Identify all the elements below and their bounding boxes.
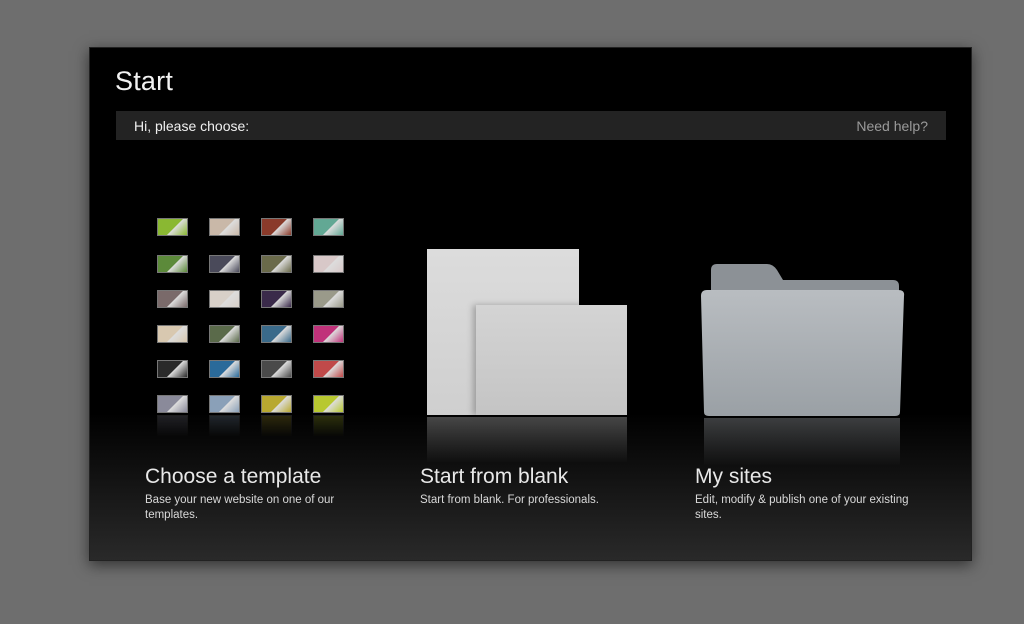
start-from-blank-description: Start from blank. For professionals.	[420, 494, 599, 506]
template-thumbnail-reflection	[157, 415, 188, 437]
template-thumbnail-reflection	[313, 415, 344, 437]
blank-pages-reflection	[427, 417, 627, 463]
blank-page-front-icon	[476, 305, 627, 415]
choose-template-option[interactable]: Choose a template Base your new website …	[145, 218, 385, 528]
template-thumbnail[interactable]	[209, 255, 240, 273]
template-thumbnail[interactable]	[157, 395, 188, 413]
template-thumbnail[interactable]	[209, 218, 240, 236]
my-sites-label: My sites	[695, 465, 773, 488]
start-from-blank-label: Start from blank	[420, 465, 569, 488]
greeting-text: Hi, please choose:	[134, 118, 250, 134]
template-thumbnail[interactable]	[209, 325, 240, 343]
template-thumbnail[interactable]	[313, 360, 344, 378]
choose-template-label: Choose a template	[145, 465, 322, 488]
template-thumbnail[interactable]	[209, 360, 240, 378]
dialog-title: Start	[115, 66, 174, 96]
template-thumbnail[interactable]	[313, 325, 344, 343]
template-thumbnail[interactable]	[261, 255, 292, 273]
template-thumbnail[interactable]	[313, 290, 344, 308]
choose-bar: Hi, please choose: Need help?	[116, 111, 946, 140]
need-help-link[interactable]: Need help?	[856, 118, 928, 134]
folder-icon	[701, 264, 905, 466]
template-thumbnail[interactable]	[157, 255, 188, 273]
template-thumbnail[interactable]	[209, 395, 240, 413]
my-sites-description: Edit, modify & publish one of your exist…	[695, 494, 909, 521]
template-thumbnail[interactable]	[157, 218, 188, 236]
template-thumbnail[interactable]	[209, 290, 240, 308]
template-thumbnails-grid	[157, 218, 357, 448]
choose-template-description: Base your new website on one of our temp…	[145, 494, 335, 521]
template-thumbnail[interactable]	[313, 395, 344, 413]
template-thumbnail-reflection	[209, 415, 240, 437]
template-thumbnail-reflection	[261, 415, 292, 437]
template-thumbnail[interactable]	[261, 360, 292, 378]
template-thumbnail[interactable]	[261, 218, 292, 236]
template-thumbnail[interactable]	[157, 290, 188, 308]
template-thumbnail[interactable]	[157, 325, 188, 343]
start-dialog: Start Hi, please choose: Need help? Choo…	[89, 47, 972, 561]
template-thumbnail[interactable]	[157, 360, 188, 378]
start-from-blank-option[interactable]: Start from blank Start from blank. For p…	[420, 218, 660, 528]
template-thumbnail[interactable]	[261, 325, 292, 343]
template-thumbnail[interactable]	[261, 290, 292, 308]
my-sites-option[interactable]: My sites Edit, modify & publish one of y…	[695, 218, 935, 528]
template-thumbnail[interactable]	[261, 395, 292, 413]
template-thumbnail[interactable]	[313, 255, 344, 273]
template-thumbnail[interactable]	[313, 218, 344, 236]
